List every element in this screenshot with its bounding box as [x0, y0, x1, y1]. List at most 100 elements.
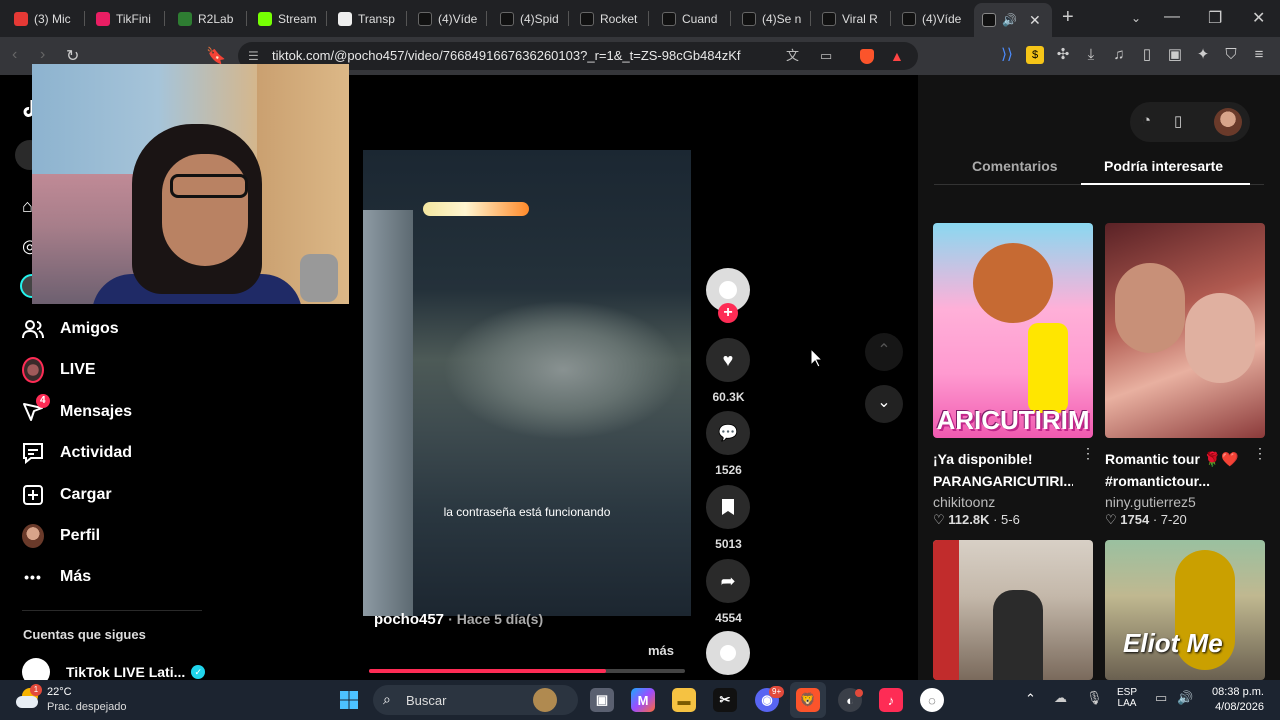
author-name[interactable]: pocho457 [374, 611, 444, 628]
sidebar-item-mas[interactable]: ••• Más [22, 566, 91, 588]
suggested-video-card[interactable]: Romantic tour 🌹❤️ #romantictour... niny.… [1105, 223, 1267, 528]
share-action[interactable]: ➦ 4554 [706, 559, 751, 625]
tab[interactable]: Viral R [822, 6, 884, 31]
previous-video-button[interactable]: ⌃ [865, 333, 903, 371]
extension-icon[interactable]: $ [1026, 46, 1044, 64]
like-action[interactable]: ♥ 60.3K [706, 338, 751, 404]
tab[interactable]: (4)Víde [902, 6, 964, 31]
video-thumbnail[interactable] [933, 540, 1093, 680]
follow-plus-icon[interactable]: + [718, 303, 738, 323]
video-thumbnail[interactable]: Eliot Me [1105, 540, 1265, 680]
suggested-video-card[interactable]: Eliot Me [1105, 540, 1265, 680]
tab[interactable]: Stream [258, 6, 320, 31]
tab[interactable]: R2Lab [178, 6, 240, 31]
menu-icon[interactable]: ≡ [1250, 46, 1268, 64]
brave-shield-icon[interactable] [860, 49, 874, 64]
sound-avatar-button[interactable] [706, 631, 751, 675]
brave-browser-icon[interactable]: 🦁 [796, 688, 820, 712]
tray-chevron-icon[interactable]: ⌃ [1025, 691, 1036, 707]
tab-search-icon[interactable]: ⌄ [1131, 11, 1141, 25]
task-view-icon[interactable]: ▣ [590, 688, 614, 712]
heart-icon[interactable]: ♥ [706, 338, 750, 382]
taskbar-search[interactable]: ⌕ Buscar [373, 685, 578, 715]
sidebar-item-cargar[interactable]: Cargar [22, 484, 112, 506]
pip-icon[interactable]: ◔ [1142, 112, 1151, 129]
maximize-button[interactable]: ❐ [1208, 8, 1222, 28]
card-author[interactable]: niny.gutierrez5 [1105, 494, 1265, 510]
video-thumbnail[interactable]: ARICUTIRIM [933, 223, 1093, 438]
leo-ai-icon[interactable]: ✦ [1194, 46, 1212, 64]
sidebar-item-live[interactable]: LIVE [22, 357, 96, 383]
bookmark-icon[interactable]: 🔖 [206, 46, 226, 66]
network-icon[interactable]: ▭ [1155, 690, 1167, 706]
capcut-icon[interactable]: ✂ [713, 688, 737, 712]
tab[interactable]: Transp [338, 6, 400, 31]
language-indicator[interactable]: ESP LAA [1117, 687, 1137, 709]
comment-action[interactable]: 💬 1526 [706, 411, 751, 477]
tab[interactable]: Rocket [580, 6, 642, 31]
tab-active[interactable]: 🔊 ✕ [974, 3, 1052, 37]
card-author[interactable]: chikitoonz [933, 494, 1093, 510]
tab[interactable]: (4)Se n [742, 6, 804, 31]
sidebar-item-actividad[interactable]: Actividad [22, 442, 132, 464]
bookmark-icon[interactable] [706, 485, 750, 529]
forward-icon[interactable]: › [40, 46, 45, 64]
file-explorer-icon[interactable]: ▬ [672, 688, 696, 712]
speaker-icon[interactable]: 🔊 [1002, 13, 1017, 27]
minimize-button[interactable]: — [1164, 8, 1180, 26]
weather-temp[interactable]: 22°C [47, 686, 72, 698]
comment-icon[interactable]: 💬 [706, 411, 750, 455]
weather-desc[interactable]: Prac. despejado [47, 701, 127, 713]
next-video-button[interactable]: ⌄ [865, 385, 903, 423]
tab-comentarios[interactable]: Comentarios [972, 158, 1058, 174]
tab[interactable]: (4)Spid [500, 6, 562, 31]
back-icon[interactable]: ‹ [12, 46, 17, 64]
app-icon[interactable]: ◌ [920, 688, 944, 712]
sidebar-item-amigos[interactable]: Amigos [22, 318, 119, 340]
microphone-icon[interactable]: 🎙 [1086, 690, 1103, 706]
cast-icon[interactable]: ▭ [820, 42, 832, 70]
wallet-icon[interactable]: ▣ [1166, 46, 1184, 64]
vpn-shield-icon[interactable]: ⛉ [1222, 46, 1240, 64]
volume-icon[interactable]: 🔊 [1177, 690, 1193, 706]
card-menu-icon[interactable]: ⋮ [1253, 445, 1267, 462]
windows-start-icon[interactable] [337, 688, 361, 712]
microsoft365-icon[interactable]: M [631, 688, 655, 712]
translate-icon[interactable]: 文 [786, 42, 799, 70]
share-icon[interactable]: ➦ [706, 559, 750, 603]
onedrive-icon[interactable]: ☁ [1054, 690, 1067, 706]
download-icon[interactable]: ⤓ [1082, 46, 1100, 64]
author-avatar-button[interactable]: + [706, 268, 751, 323]
card-menu-icon[interactable]: ⋮ [1081, 445, 1095, 462]
top-controls: ◔ ▯ [1130, 102, 1250, 142]
video-thumbnail[interactable] [1105, 223, 1265, 438]
clock[interactable]: 08:38 p.m. 4/08/2026 [1206, 686, 1264, 713]
close-tab-icon[interactable]: ✕ [1029, 12, 1041, 29]
sidebar-item-mensajes[interactable]: 4 Mensajes [22, 394, 132, 423]
extension-icon[interactable]: ⟩⟩ [998, 46, 1016, 64]
tiktok-app-icon[interactable]: ♪ [879, 688, 903, 712]
reload-icon[interactable]: ↻ [66, 46, 79, 66]
brave-rewards-icon[interactable]: ▲ [890, 42, 904, 70]
tab[interactable]: Cuand [662, 6, 724, 31]
tab[interactable]: (3) Mic [14, 6, 78, 31]
suggested-video-card[interactable] [933, 540, 1093, 680]
weather-icon[interactable]: 1 [16, 684, 42, 712]
media-icon[interactable]: ♫ [1110, 46, 1128, 64]
save-action[interactable]: 5013 [706, 485, 751, 551]
tab[interactable]: (4)Víde [418, 6, 480, 31]
sidebar-icon[interactable]: ▯ [1138, 46, 1156, 64]
sound-avatar[interactable] [706, 631, 750, 675]
extensions-puzzle-icon[interactable]: ✣ [1054, 46, 1072, 64]
new-tab-button[interactable]: + [1062, 6, 1074, 29]
tab[interactable]: TikFini [96, 6, 158, 31]
more-link[interactable]: más [648, 643, 674, 658]
device-icon[interactable]: ▯ [1174, 112, 1182, 130]
close-window-button[interactable]: ✕ [1252, 8, 1265, 28]
tab-podria-interesarte[interactable]: Podría interesarte [1104, 158, 1223, 174]
user-avatar[interactable] [1214, 108, 1242, 136]
suggested-video-card[interactable]: ARICUTIRIM ¡Ya disponible! PARANGARICUTI… [933, 223, 1095, 528]
sidebar-item-perfil[interactable]: Perfil [22, 524, 100, 548]
progress-track[interactable] [369, 669, 685, 673]
video-player[interactable]: la contraseña está funcionando [363, 150, 691, 616]
